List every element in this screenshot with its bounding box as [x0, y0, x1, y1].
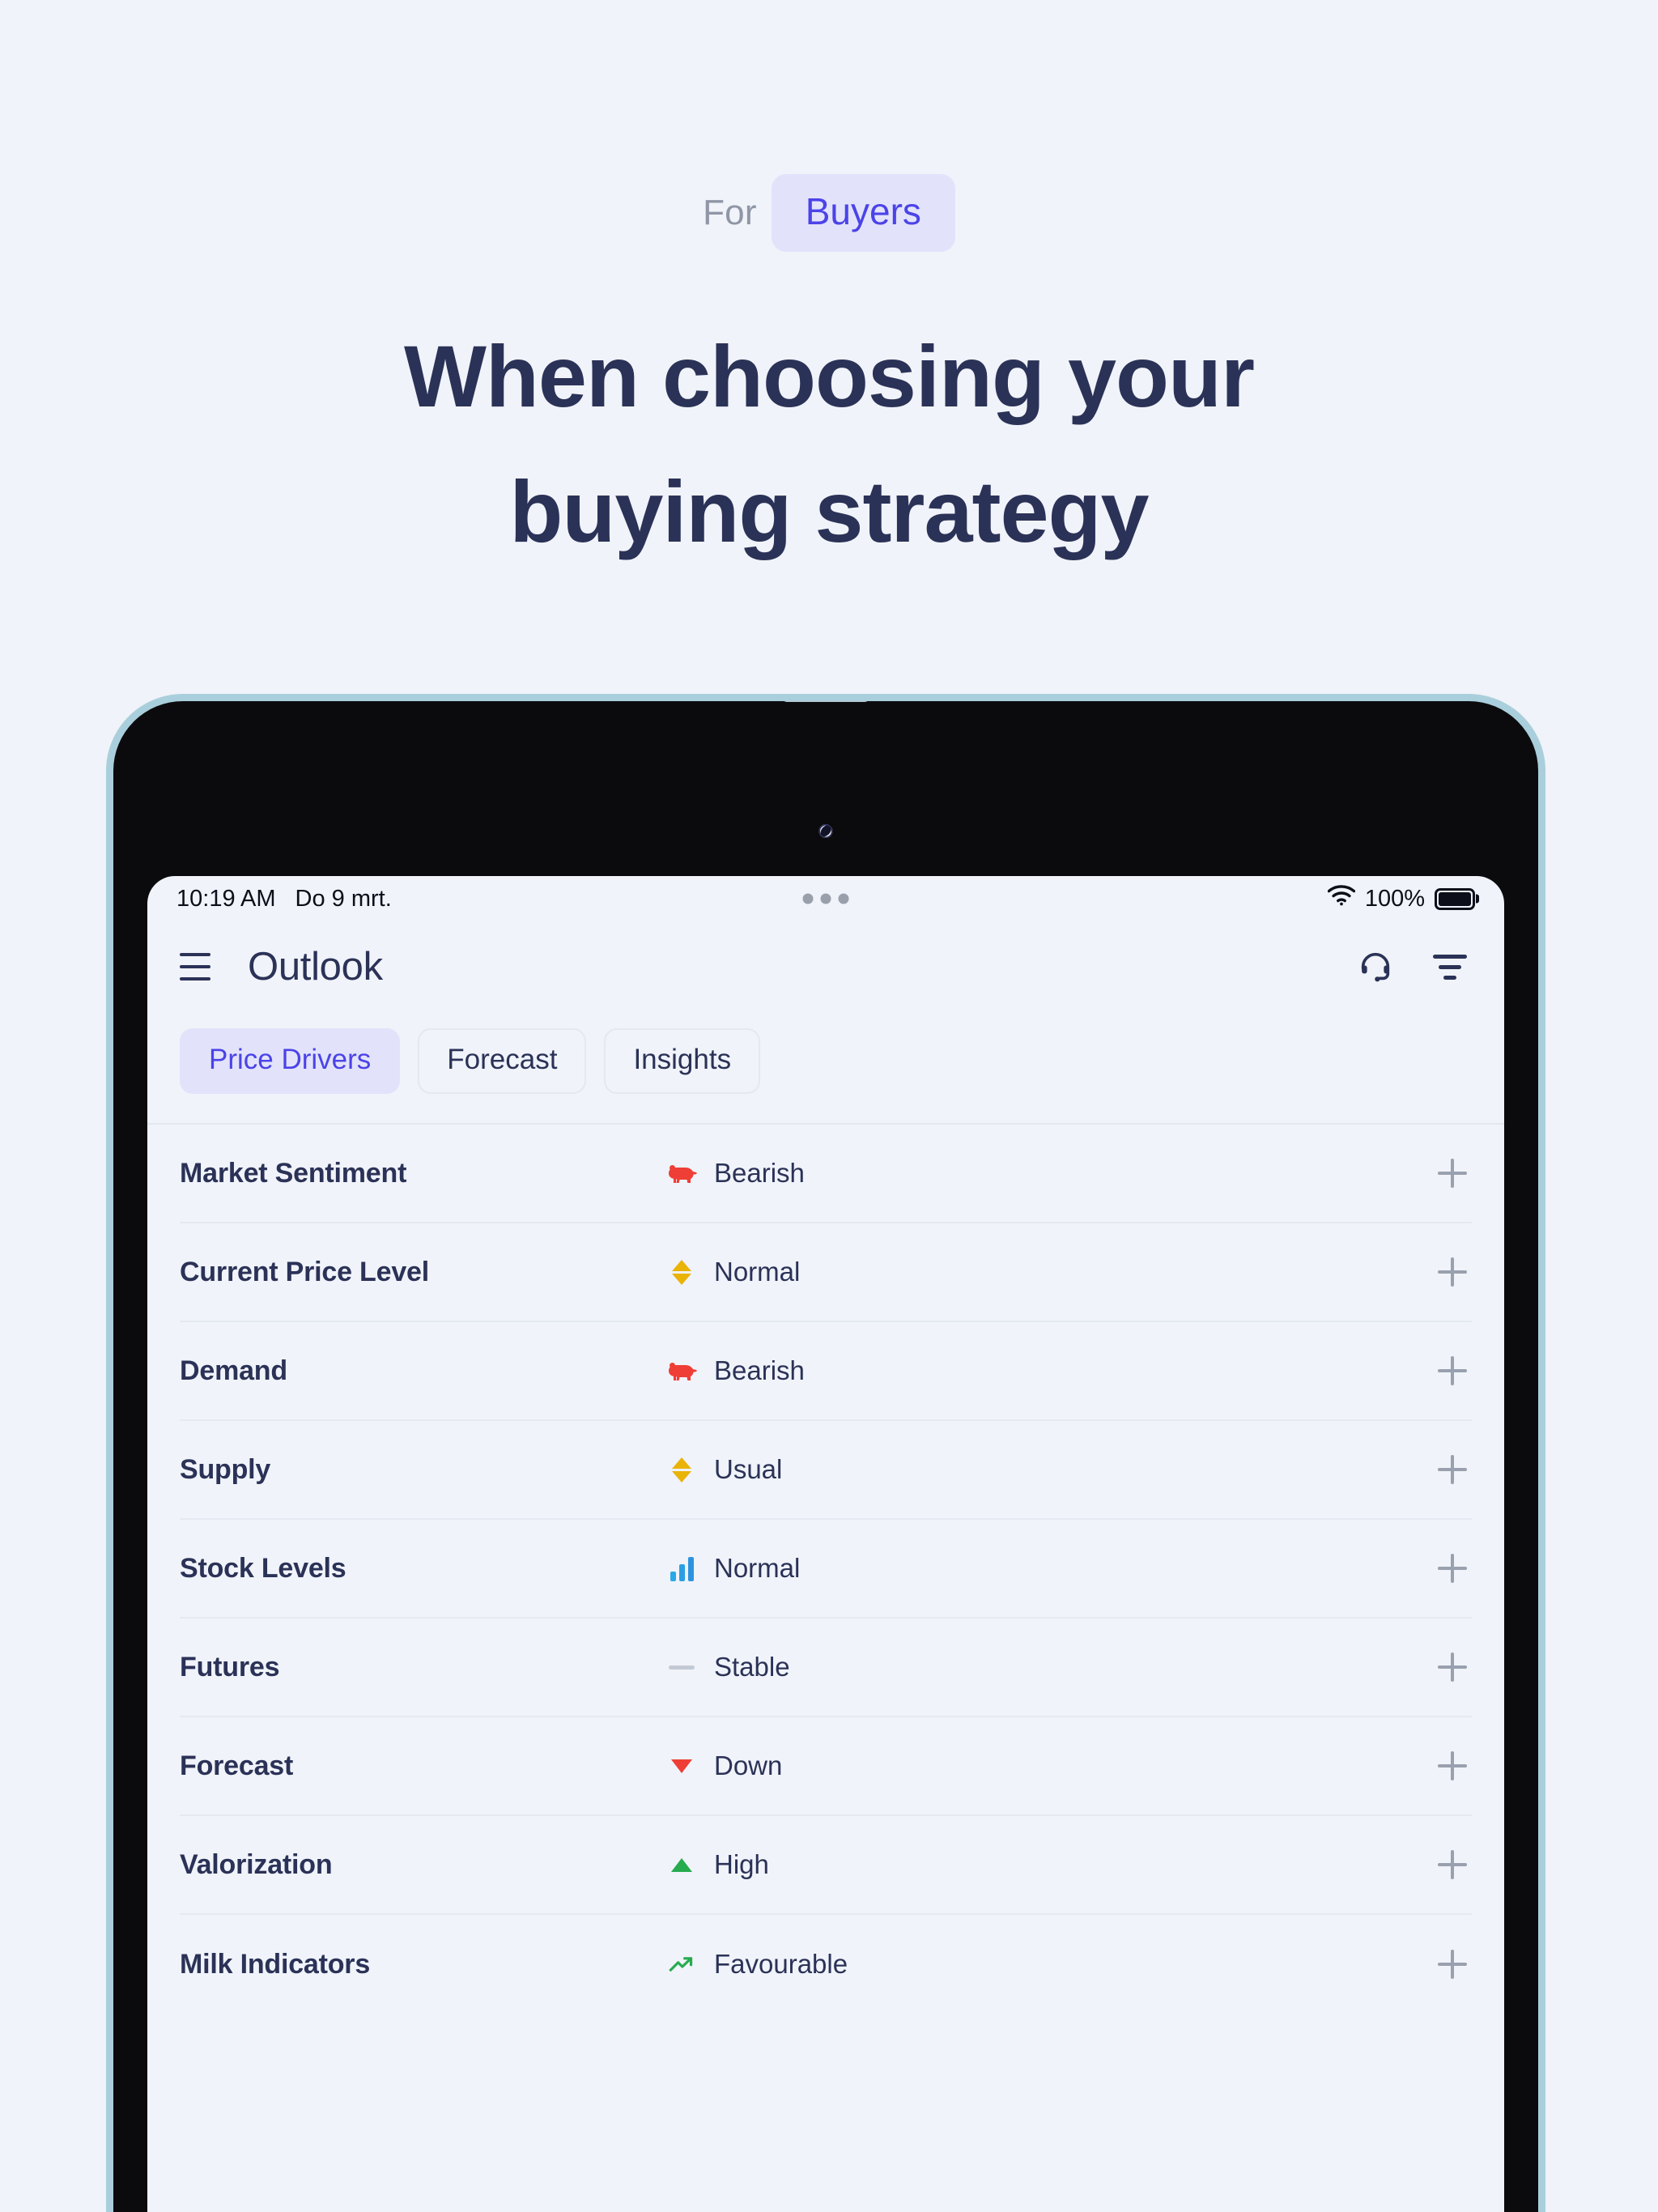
status-bar-left: 10:19 AM Do 9 mrt. — [176, 886, 392, 912]
row-value: Bearish — [665, 1355, 805, 1386]
plus-icon[interactable] — [1433, 1450, 1472, 1489]
row-label: Supply — [180, 1453, 271, 1485]
plus-icon[interactable] — [1433, 1648, 1472, 1687]
table-row[interactable]: Valorization High — [180, 1816, 1472, 1915]
row-value-label: Stable — [714, 1652, 790, 1682]
front-camera-icon — [818, 824, 833, 838]
tab-price-drivers[interactable]: Price Drivers — [180, 1028, 401, 1094]
audience-buyers-pill[interactable]: Buyers — [771, 174, 955, 252]
bear-icon — [665, 1359, 698, 1382]
row-label: Milk Indicators — [180, 1948, 371, 1980]
audience-selector: For Buyers — [0, 174, 1658, 252]
dash-icon — [665, 1665, 698, 1670]
row-label: Futures — [180, 1651, 280, 1682]
plus-icon[interactable] — [1433, 1845, 1472, 1884]
table-row[interactable]: Stock Levels Normal — [180, 1520, 1472, 1619]
table-row[interactable]: Demand Bearish — [180, 1322, 1472, 1421]
trending-up-icon — [665, 1954, 698, 1975]
triangle-up-icon — [665, 1857, 698, 1872]
row-label: Market Sentiment — [180, 1157, 407, 1189]
battery-full-icon — [1435, 887, 1475, 910]
tab-insights[interactable]: Insights — [604, 1028, 761, 1094]
three-dots-icon — [802, 893, 849, 904]
table-row[interactable]: Futures Stable — [180, 1619, 1472, 1717]
tab-bar: Price Drivers Forecast Insights — [147, 1012, 1504, 1125]
device-screen: 10:19 AM Do 9 mrt. 100% Outlook Price Dr… — [147, 876, 1504, 2212]
headline-line-1: When choosing your — [404, 327, 1255, 425]
plus-icon[interactable] — [1433, 1746, 1472, 1785]
app-bar: Outlook — [147, 921, 1504, 1012]
status-time: 10:19 AM — [176, 885, 276, 912]
filter-icon[interactable] — [1433, 954, 1467, 980]
price-drivers-list: Market Sentiment Bearish Current Price L… — [147, 1125, 1504, 2014]
row-value-label: Normal — [714, 1553, 801, 1583]
hero-section: For Buyers When choosing your buying str… — [0, 0, 1658, 580]
bar-chart-icon — [665, 1555, 698, 1581]
bear-icon — [665, 1162, 698, 1185]
row-value: Down — [665, 1750, 782, 1781]
plus-icon[interactable] — [1433, 1945, 1472, 1984]
row-value-label: Normal — [714, 1257, 801, 1287]
row-value: Usual — [665, 1454, 782, 1485]
app-bar-actions — [1357, 948, 1467, 985]
page-title: When choosing your buying strategy — [0, 308, 1658, 580]
headset-support-icon[interactable] — [1357, 948, 1394, 985]
tab-forecast[interactable]: Forecast — [418, 1028, 587, 1094]
row-value: Favourable — [665, 1949, 848, 1980]
row-label: Valorization — [180, 1848, 333, 1880]
app-title: Outlook — [248, 945, 383, 989]
status-bar: 10:19 AM Do 9 mrt. 100% — [147, 876, 1504, 921]
row-label: Stock Levels — [180, 1552, 346, 1584]
row-value: Bearish — [665, 1158, 805, 1189]
row-value-label: Down — [714, 1750, 783, 1780]
plus-icon[interactable] — [1433, 1253, 1472, 1291]
plus-icon[interactable] — [1433, 1549, 1472, 1588]
arrows-up-down-icon — [665, 1457, 698, 1482]
headline-line-2: buying strategy — [509, 462, 1149, 561]
arrows-up-down-icon — [665, 1259, 698, 1285]
table-row[interactable]: Market Sentiment Bearish — [180, 1125, 1472, 1223]
row-value-label: Bearish — [714, 1355, 805, 1385]
table-row[interactable]: Current Price Level Normal — [180, 1223, 1472, 1322]
hamburger-menu-icon[interactable] — [180, 953, 212, 981]
plus-icon[interactable] — [1433, 1351, 1472, 1390]
row-value-label: Bearish — [714, 1158, 805, 1188]
row-value: Stable — [665, 1652, 790, 1682]
row-value-label: Usual — [714, 1454, 783, 1484]
audience-prefix-label: For — [703, 193, 757, 232]
page-root: For Buyers When choosing your buying str… — [0, 0, 1658, 2212]
status-date: Do 9 mrt. — [295, 885, 392, 912]
wifi-icon — [1327, 885, 1356, 912]
row-label: Current Price Level — [180, 1256, 429, 1287]
row-value-label: High — [714, 1849, 769, 1879]
plus-icon[interactable] — [1433, 1154, 1472, 1193]
status-bar-right: 100% — [1327, 885, 1475, 912]
table-row[interactable]: Forecast Down — [180, 1717, 1472, 1816]
row-value-label: Favourable — [714, 1949, 848, 1979]
row-label: Forecast — [180, 1750, 294, 1781]
row-value: Normal — [665, 1553, 800, 1584]
earpiece-speaker — [782, 701, 869, 702]
table-row[interactable]: Milk Indicators Favourable — [180, 1915, 1472, 2014]
row-label: Demand — [180, 1355, 287, 1386]
table-row[interactable]: Supply Usual — [180, 1421, 1472, 1520]
row-value: High — [665, 1849, 769, 1880]
battery-percent-label: 100% — [1364, 885, 1425, 912]
triangle-down-icon — [665, 1759, 698, 1773]
row-value: Normal — [665, 1257, 800, 1287]
device-mockup: 10:19 AM Do 9 mrt. 100% Outlook Price Dr… — [113, 701, 1538, 2212]
